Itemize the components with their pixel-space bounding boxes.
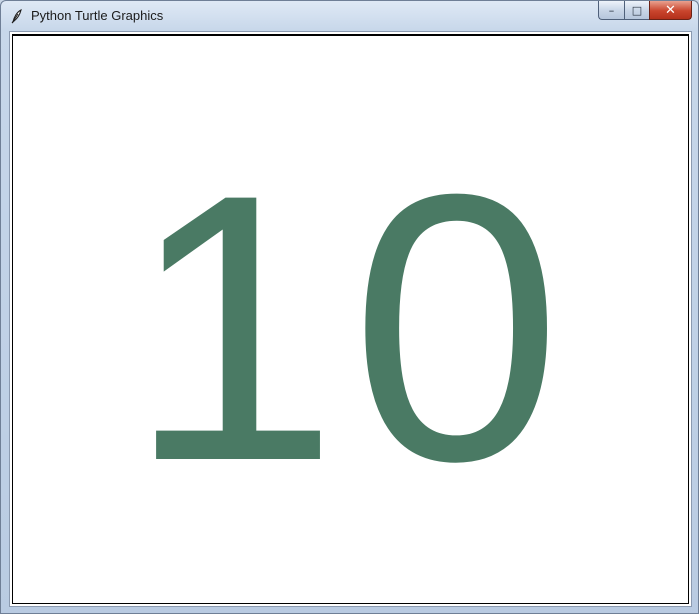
minimize-icon: –	[608, 3, 615, 17]
maximize-icon: □	[631, 3, 643, 17]
window-title: Python Turtle Graphics	[31, 8, 164, 23]
maximize-button[interactable]: □	[624, 1, 649, 20]
title-bar[interactable]: Python Turtle Graphics – □ ✕	[1, 1, 698, 31]
turtle-canvas[interactable]: 10	[12, 34, 689, 604]
countdown-number: 10	[127, 115, 574, 540]
window-controls: – □ ✕	[598, 1, 692, 21]
close-button[interactable]: ✕	[649, 1, 692, 20]
app-window: Python Turtle Graphics – □ ✕ 10	[0, 0, 699, 614]
close-icon: ✕	[665, 2, 676, 18]
turtle-screen: 10	[9, 31, 692, 607]
feather-icon[interactable]	[9, 8, 25, 24]
minimize-button[interactable]: –	[598, 1, 624, 20]
